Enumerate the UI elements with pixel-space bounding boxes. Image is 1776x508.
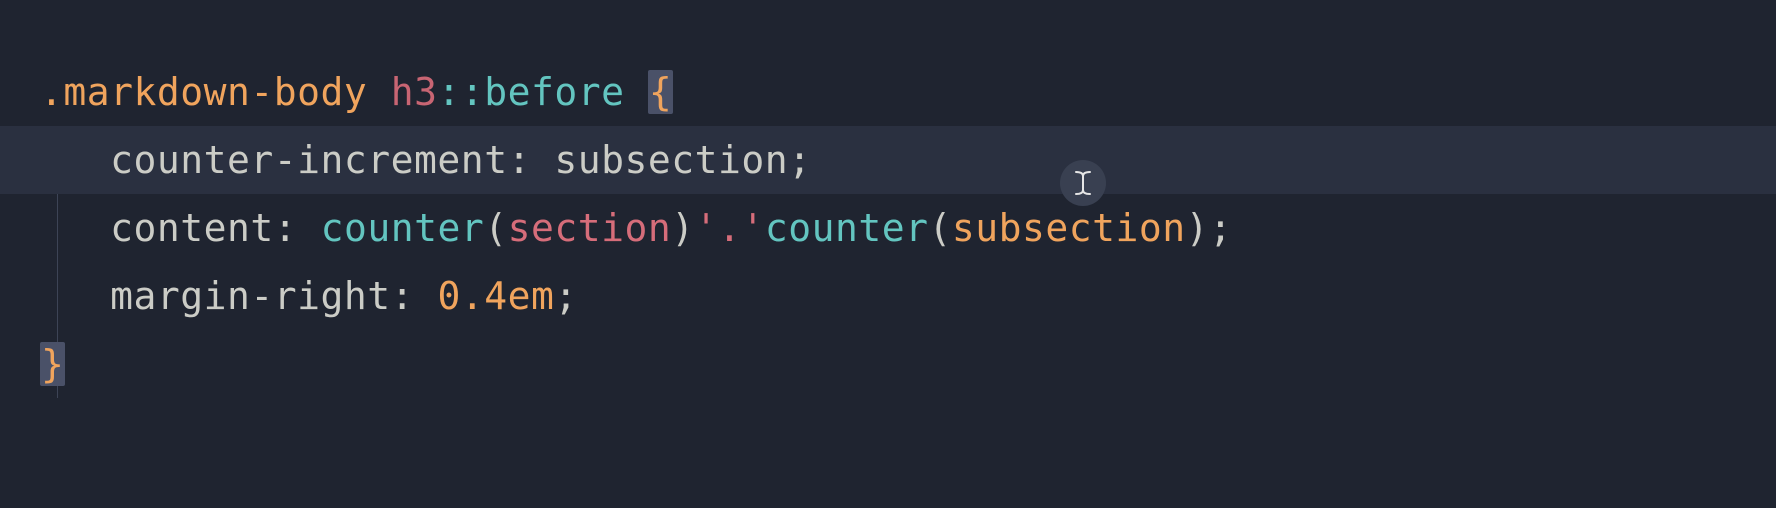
text-cursor-icon[interactable] bbox=[1060, 160, 1106, 206]
indent bbox=[40, 206, 110, 250]
paren-open: ( bbox=[928, 206, 951, 250]
colon: : bbox=[274, 206, 297, 250]
css-number: 0.4em bbox=[437, 274, 554, 318]
space bbox=[414, 274, 437, 318]
css-value: subsection bbox=[554, 138, 788, 182]
selector-tag: h3 bbox=[391, 70, 438, 114]
indent bbox=[40, 274, 110, 318]
code-line[interactable]: margin-right: 0.4em; bbox=[0, 262, 1776, 330]
selector-colon: :: bbox=[437, 70, 484, 114]
css-arg: section bbox=[508, 206, 672, 250]
colon: : bbox=[391, 274, 414, 318]
css-property: margin-right bbox=[110, 274, 391, 318]
paren-open: ( bbox=[484, 206, 507, 250]
space bbox=[531, 138, 554, 182]
semicolon: ; bbox=[554, 274, 577, 318]
brace-open: { bbox=[648, 70, 673, 114]
semicolon: ; bbox=[1209, 206, 1232, 250]
semicolon: ; bbox=[788, 138, 811, 182]
code-editor[interactable]: .markdown-body h3::before { counter-incr… bbox=[0, 0, 1776, 398]
paren-close: ) bbox=[1186, 206, 1209, 250]
code-line[interactable]: .markdown-body h3::before { bbox=[0, 58, 1776, 126]
css-function: counter bbox=[765, 206, 929, 250]
selector-class: .markdown-body bbox=[40, 70, 367, 114]
css-property: counter-increment bbox=[110, 138, 507, 182]
selector-pseudo: before bbox=[484, 70, 624, 114]
code-line[interactable]: } bbox=[0, 330, 1776, 398]
code-line-active[interactable]: counter-increment: subsection; bbox=[0, 126, 1776, 194]
brace-close: } bbox=[40, 342, 65, 386]
css-string: '.' bbox=[695, 206, 765, 250]
css-arg: subsection bbox=[952, 206, 1186, 250]
css-function: counter bbox=[321, 206, 485, 250]
css-property: content bbox=[110, 206, 274, 250]
indent bbox=[40, 138, 110, 182]
paren-close: ) bbox=[671, 206, 694, 250]
colon: : bbox=[508, 138, 531, 182]
space bbox=[297, 206, 320, 250]
code-line[interactable]: content: counter(section)'.'counter(subs… bbox=[0, 194, 1776, 262]
